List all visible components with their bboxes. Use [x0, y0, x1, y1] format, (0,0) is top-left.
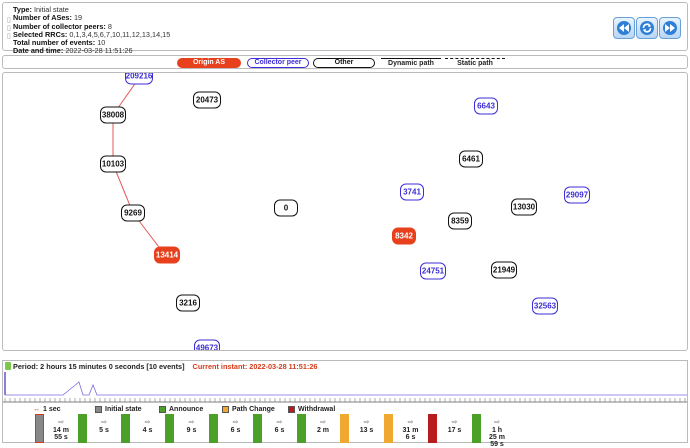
refresh-icon	[640, 21, 654, 35]
legend-bar: Origin AS Collector peer Other Dynamic p…	[2, 55, 688, 69]
info-lines: Type: Initial state Number of ASes: 19 N…	[13, 5, 170, 56]
as-node-8359[interactable]: 8359	[448, 212, 472, 230]
event-strip[interactable]: ↔ 1 sec Initial state Announce Path Chan…	[3, 402, 687, 448]
event-initial[interactable]	[35, 414, 44, 443]
arrow-right-icon: ⇨	[276, 419, 283, 426]
arrow-right-icon: ⇨	[407, 419, 414, 426]
current-instant: Current instant: 2022-03-28 11:51:26	[192, 362, 318, 371]
legend-static-path: Static path	[445, 58, 505, 67]
event-announce[interactable]	[78, 414, 87, 443]
scale-marker: ↔ 1 sec	[33, 406, 61, 413]
event-announce[interactable]	[121, 414, 130, 443]
event-gap-label: ⇨ 31 m6 s	[393, 419, 428, 441]
arrow-right-icon: ⇨	[58, 419, 64, 426]
event-withdrawal[interactable]	[428, 414, 437, 443]
as-node-21949[interactable]: 21949	[491, 261, 517, 279]
event-gap-label: ⇨ 5 s	[87, 419, 121, 434]
as-node-0[interactable]: 0	[274, 199, 298, 217]
event-gap-label: ⇨ 6 s	[218, 419, 253, 434]
event-announce[interactable]	[253, 414, 262, 443]
as-node-20473[interactable]: 20473	[193, 91, 221, 109]
arrow-right-icon: ⇨	[320, 419, 326, 426]
refresh-button[interactable]	[636, 17, 658, 39]
event-path-change[interactable]	[384, 414, 393, 443]
as-node-38008[interactable]: 38008	[100, 106, 126, 124]
fast-forward-button[interactable]	[659, 17, 681, 39]
as-node-49673[interactable]: 49673	[194, 339, 220, 350]
event-gap-label: ⇨ 4 s	[130, 419, 165, 434]
arrow-right-icon: ⇨	[363, 419, 370, 426]
withdrawal-swatch	[288, 406, 295, 413]
as-node-3741[interactable]: 3741	[400, 183, 424, 201]
legend-origin: Origin AS	[177, 57, 241, 68]
period-text: Period: 2 hours 15 minutes 0 seconds [10…	[13, 362, 185, 371]
as-node-24751[interactable]: 24751	[420, 262, 446, 280]
timeline-toggle-icon[interactable]	[5, 362, 11, 370]
path-change-swatch	[222, 406, 229, 413]
rewind-button[interactable]	[613, 17, 635, 39]
legend-other: Other	[313, 57, 375, 68]
panel-handle-icon[interactable]: ▯ ▯ ▯	[7, 17, 11, 41]
scale-marker-icon: ↔	[33, 406, 40, 413]
event-announce[interactable]	[165, 414, 174, 443]
event-gap-label: ⇨ 17 s	[437, 419, 472, 434]
event-gap-label: ⇨ 6 s	[262, 419, 297, 434]
as-node-13030[interactable]: 13030	[511, 198, 537, 216]
legend-collector: Collector peer	[247, 57, 309, 68]
legend-path-change: Path Change	[222, 406, 275, 413]
announce-swatch	[159, 406, 166, 413]
rewind-icon	[617, 21, 631, 35]
arrow-right-icon: ⇨	[144, 419, 151, 426]
as-node-6643[interactable]: 6643	[474, 97, 498, 115]
as-node-9269[interactable]: 9269	[121, 204, 145, 222]
event-gap-label: ⇨ 9 s	[174, 419, 209, 434]
legend-withdrawal: Withdrawal	[288, 406, 335, 413]
as-node-10103[interactable]: 10103	[100, 155, 126, 173]
timeline-header: Period: 2 hours 15 minutes 0 seconds [10…	[5, 362, 317, 371]
as-node-209216[interactable]: 209216	[125, 73, 153, 85]
as-node-8342[interactable]: 8342	[392, 227, 416, 245]
as-graph-canvas[interactable]: 209216 38008 20473 10103 9269 13414 0 3216 49673…	[2, 72, 688, 351]
event-gap-label: ⇨ 1 h 25 m 59 s	[481, 419, 513, 448]
as-node-32563[interactable]: 32563	[532, 297, 558, 315]
legend-initial: Initial state	[95, 406, 142, 413]
event-gap-label: ⇨ 14 m 55 s	[44, 419, 78, 441]
player-controls	[612, 17, 681, 39]
event-gap-label: ⇨ 13 s	[349, 419, 384, 434]
arrow-right-icon: ⇨	[188, 419, 195, 426]
as-node-6461[interactable]: 6461	[459, 150, 483, 168]
event-announce[interactable]	[209, 414, 218, 443]
arrow-right-icon: ⇨	[494, 419, 500, 426]
initial-swatch	[95, 406, 102, 413]
timeline-panel: Period: 2 hours 15 minutes 0 seconds [10…	[2, 360, 688, 448]
legend-announce: Announce	[159, 406, 203, 413]
as-node-13414[interactable]: 13414	[154, 246, 180, 264]
event-path-change[interactable]	[340, 414, 349, 443]
event-gap-label: ⇨ 2 m	[306, 419, 340, 434]
arrow-right-icon: ⇨	[451, 419, 458, 426]
event-announce[interactable]	[297, 414, 306, 443]
arrow-right-icon: ⇨	[101, 419, 107, 426]
as-node-3216[interactable]: 3216	[176, 294, 200, 312]
as-node-29097[interactable]: 29097	[564, 186, 590, 204]
fast-forward-icon	[663, 21, 677, 35]
arrow-right-icon: ⇨	[232, 419, 239, 426]
info-panel: ▯ ▯ ▯ Type: Initial state Number of ASes: …	[2, 2, 688, 55]
event-announce[interactable]	[472, 414, 481, 443]
legend-dynamic-path: Dynamic path	[381, 58, 441, 67]
